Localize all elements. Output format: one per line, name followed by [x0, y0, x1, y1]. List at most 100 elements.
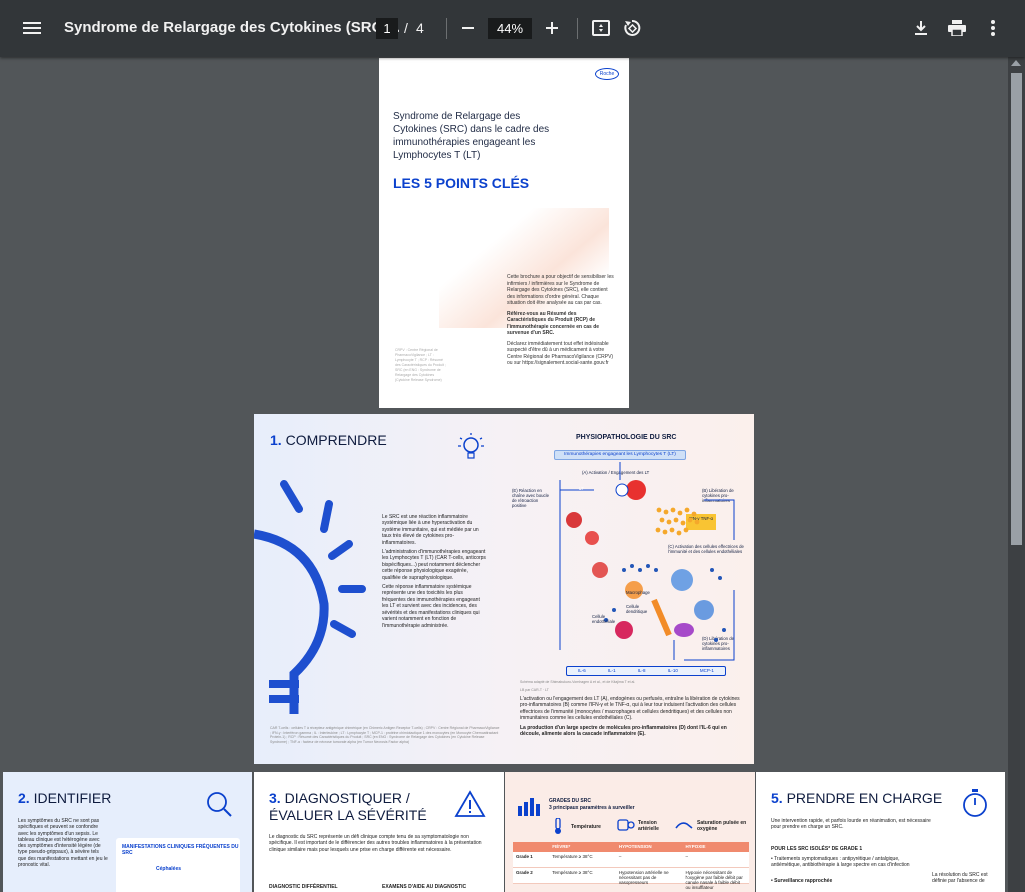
endothelial-label: Cellule endothéliale	[592, 614, 616, 624]
blood-pressure-icon	[617, 819, 635, 831]
minus-icon[interactable]	[454, 14, 482, 42]
side-note: La résolution du SRC est définie par l'a…	[932, 872, 988, 885]
table-row: Grade 1 Température ≥ 38°C – –	[513, 852, 749, 868]
document-title: Syndrome de Relargage des Cytokines (SRC…	[64, 19, 400, 36]
section-text: Les symptômes du SRC ne sont pas spécifi…	[18, 818, 108, 869]
scroll-up-arrow-icon[interactable]	[1011, 60, 1021, 66]
pdf-page-2: 1. COMPRENDRE Le SRC est une réaction in…	[254, 414, 754, 764]
section-number: 1.	[270, 432, 282, 448]
paragraph: L'administration d'immunothérapies engag…	[382, 549, 486, 581]
print-icon[interactable]	[943, 14, 971, 42]
table-cell: Température ≥ 38°C	[552, 854, 593, 859]
column-heading: DIAGNOSTIC DIFFÉRENTIEL	[269, 884, 338, 890]
manifestations-card: MANIFESTATIONS CLINIQUES FRÉQUENTES DU S…	[116, 838, 240, 892]
diagram-explanation: L'activation ou l'engagement des LT (A),…	[520, 696, 740, 740]
card-title: MANIFESTATIONS CLINIQUES FRÉQUENTES DU S…	[122, 844, 239, 856]
cytokine-bar: IL-6 IL-1 IL-8 IL-10 MCP-1	[566, 666, 726, 676]
label-e: (E) Réaction en chaîne avec boucle de ré…	[512, 488, 550, 508]
bar-chart-icon	[518, 798, 540, 816]
cytokine-label: MCP-1	[699, 668, 714, 673]
cover-title: LES 5 POINTS CLÉS	[393, 175, 530, 191]
cover-paragraph: Déclarez immédiatement tout effet indési…	[507, 340, 614, 367]
section-text: Une intervention rapide, et parfois lour…	[771, 818, 931, 831]
table-cell: Hypoxie nécessitant de l'oxygène par fai…	[685, 870, 743, 890]
page-number-input[interactable]: 1	[376, 18, 398, 39]
diagram-title: PHYSIOPATHOLOGIE DU SRC	[576, 434, 677, 441]
param-label: Saturation pulsée en oxygène	[697, 820, 747, 833]
toolbar-divider	[577, 18, 578, 39]
page-separator: /	[404, 20, 408, 36]
hamburger-menu-icon[interactable]	[18, 14, 46, 42]
section-number: 3.	[269, 790, 281, 806]
column-heading: EXAMENS D'AIDE AU DIAGNOSTIC	[382, 884, 467, 890]
section-text: Le diagnostic du SRC représente un défi …	[269, 834, 482, 853]
section-number: 2.	[18, 790, 30, 806]
warning-icon	[454, 790, 486, 817]
grades-title: GRADES DU SRC	[549, 798, 591, 804]
subheading: POUR LES SRC ISOLÉS* DE GRADE 1	[771, 846, 863, 852]
table-cell: –	[618, 854, 622, 859]
scrollbar-thumb[interactable]	[1011, 73, 1022, 545]
section-title: 3. DIAGNOSTIQUER / ÉVALUER LA SÉVÉRITÉ	[269, 790, 449, 824]
roche-logo: Roche	[595, 68, 619, 80]
table-cell: Grade 2	[516, 870, 533, 875]
pdf-page-3-panel-identifier: 2. IDENTIFIER Les symptômes du SRC ne so…	[3, 772, 252, 892]
table-row: Grade 2 Température ≥ 38°C Hypotension a…	[513, 868, 749, 890]
plus-icon[interactable]	[538, 14, 566, 42]
section-label: COMPRENDRE	[285, 432, 387, 448]
paragraph: L'activation ou l'engagement des LT (A),…	[520, 696, 740, 722]
header-cell: FIÈVRE*	[552, 844, 571, 849]
section-label: DIAGNOSTIQUER / ÉVALUER LA SÉVÉRITÉ	[269, 790, 427, 823]
physiopathology-diagram	[559, 462, 735, 661]
section-title: 1. COMPRENDRE	[270, 432, 387, 448]
cover-body: Cette brochure a pour objectif de sensib…	[507, 274, 617, 371]
section-title: 2. IDENTIFIER	[18, 790, 111, 807]
cover-paragraph: Cette brochure a pour objectif de sensib…	[507, 274, 614, 306]
legend-item: LB par CAR-T	[520, 688, 542, 692]
bullet-item: • Surveillance rapprochée	[771, 878, 833, 884]
dendritic-label: Cellule dendritique	[626, 604, 648, 614]
cytokine-label: IL-8	[637, 668, 646, 673]
header-cell: HYPOTENSION	[618, 844, 652, 849]
paragraph: Le SRC est une réaction inflammatoire sy…	[382, 514, 479, 546]
page-total: 4	[416, 20, 424, 36]
macrophage-label: Macrophage	[626, 590, 650, 595]
section-label: PRENDRE EN CHARGE	[786, 790, 943, 806]
download-icon[interactable]	[907, 14, 935, 42]
paragraph: Cette réponse inflammatoire systémique r…	[382, 584, 480, 629]
pdf-page-3-panel-grades: GRADES DU SRC 3 principaux paramètres à …	[505, 772, 755, 892]
stopwatch-icon	[963, 789, 987, 817]
schema-note: Schéma adapté de Shimabukuro-Vornhagen A…	[520, 680, 636, 684]
cytokine-label: IL-1	[607, 668, 616, 673]
table-cell: Grade 1	[516, 854, 533, 859]
cytokine-label: IL-6	[578, 668, 586, 673]
lt-label: LT	[579, 486, 584, 491]
param-label: Tension artérielle	[638, 820, 659, 833]
fit-to-page-icon[interactable]	[587, 14, 615, 42]
grades-subtitle: 3 principaux paramètres à surveiller	[549, 805, 635, 811]
zoom-input[interactable]: 44%	[488, 18, 532, 39]
more-vert-icon[interactable]	[979, 14, 1007, 42]
table-cell: Hypotension artérielle ne nécessitant pa…	[618, 870, 669, 885]
pdf-toolbar: Syndrome de Relargage des Cytokines (SRC…	[0, 0, 1025, 57]
magnifier-icon	[207, 792, 232, 817]
cover-abbreviations: CRPV : Centre Régional de PharmacoVigila…	[395, 348, 446, 382]
grades-table: FIÈVRE* HYPOTENSION HYPOXIE Grade 1 Temp…	[513, 842, 749, 890]
large-lightbulb-icon	[254, 480, 366, 714]
param-label: Température	[571, 824, 601, 830]
legend: LB par CAR-T · LT	[520, 688, 549, 692]
section-text: Le SRC est une réaction inflammatoire sy…	[382, 514, 487, 632]
legend-item: LT	[545, 688, 549, 692]
cover-heading: Syndrome de Relargage des Cytokines (SRC…	[393, 111, 550, 161]
header-cell: HYPOXIE	[685, 844, 706, 849]
lightbulb-icon	[458, 433, 484, 459]
paragraph: La production d'un large spectre de molé…	[520, 724, 727, 738]
rotate-icon[interactable]	[618, 14, 646, 42]
header-cell	[513, 842, 549, 852]
table-cell: Température ≥ 38°C	[552, 870, 593, 875]
section-number: 5.	[771, 790, 783, 806]
table-header: FIÈVRE* HYPOTENSION HYPOXIE	[513, 842, 749, 852]
pdf-page-3-panel-prendre-en-charge: 5. PRENDRE EN CHARGE Une intervention ra…	[756, 772, 1005, 892]
section-label: IDENTIFIER	[33, 790, 112, 806]
thermometer-icon	[555, 818, 561, 834]
